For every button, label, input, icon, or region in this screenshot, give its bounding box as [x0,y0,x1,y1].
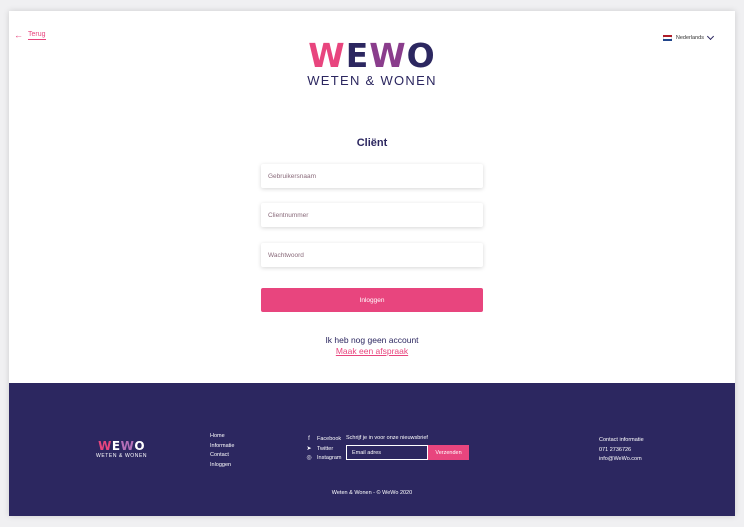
twitter-link[interactable]: ➤ Twitter [304,445,341,455]
logo-letter: O [134,439,146,453]
footer: WEWO WETEN & WONEN Home Informatie Conta… [9,383,735,516]
logo-subtitle: WETEN & WONEN [307,73,437,88]
facebook-icon: f [308,436,310,442]
footer-contact: Contact informatie 071 2736726 info@WeWo… [599,436,644,465]
footer-nav-contact[interactable]: Contact [210,451,234,461]
newsletter-form: Email adres Verzenden [346,445,469,460]
footer-logo-subtitle: WETEN & WONEN [96,453,148,459]
instagram-link[interactable]: ◎ Instagram [304,454,341,464]
username-input[interactable]: Gebruikersnaam [261,164,483,188]
instagram-label: Instagram [317,455,342,461]
footer-social: f Facebook ➤ Twitter ◎ Instagram [304,435,341,464]
no-account-text: Ik heb nog geen account [325,335,419,345]
facebook-label: Facebook [317,436,342,442]
logo-wordmark: WEWO [9,39,735,73]
footer-logo[interactable]: WEWO WETEN & WONEN [96,440,147,459]
footer-logo-wordmark: WEWO [96,440,147,452]
logo-letter: O [406,36,436,75]
newsletter-email-input[interactable]: Email adres [346,445,428,460]
instagram-icon: ◎ [306,455,312,461]
footer-nav: Home Informatie Contact Inloggen [210,432,234,470]
logo-letter: W [308,36,346,75]
facebook-link[interactable]: f Facebook [304,435,341,445]
login-button[interactable]: Inloggen [261,288,483,312]
brand-logo: WEWO WETEN & WONEN [9,39,735,89]
logo-letter: W [120,439,135,453]
footer-nav-home[interactable]: Home [210,432,234,442]
logo-letter: E [111,439,121,453]
logo-letter: W [98,439,112,453]
client-number-input[interactable]: Clientnummer [261,203,483,227]
logo-letter: W [369,36,407,75]
contact-phone[interactable]: 071 2736726 [599,446,644,456]
copyright: Weten & Wonen - © WeWo 2020 [331,490,413,496]
twitter-icon: ➤ [306,445,312,452]
contact-title: Contact informatie [599,437,644,443]
footer-nav-inloggen[interactable]: Inloggen [210,461,234,471]
newsletter-label: Schrijf je in voor onze nieuwsbrief [346,435,428,441]
footer-nav-informatie[interactable]: Informatie [210,442,234,452]
page-frame: ← Terug Nederlands WEWO WETEN & WONEN Cl… [9,11,735,516]
contact-email[interactable]: info@WeWo.com [599,455,644,465]
make-appointment-link[interactable]: Maak een afspraak [9,346,735,356]
logo-letter: E [345,36,370,75]
newsletter-send-button[interactable]: Verzenden [428,445,469,460]
newsletter: Schrijf je in voor onze nieuwsbrief Emai… [346,435,469,460]
twitter-label: Twitter [317,445,334,452]
page-title: Cliënt [356,137,388,149]
password-input[interactable]: Wachtwoord [261,243,483,267]
